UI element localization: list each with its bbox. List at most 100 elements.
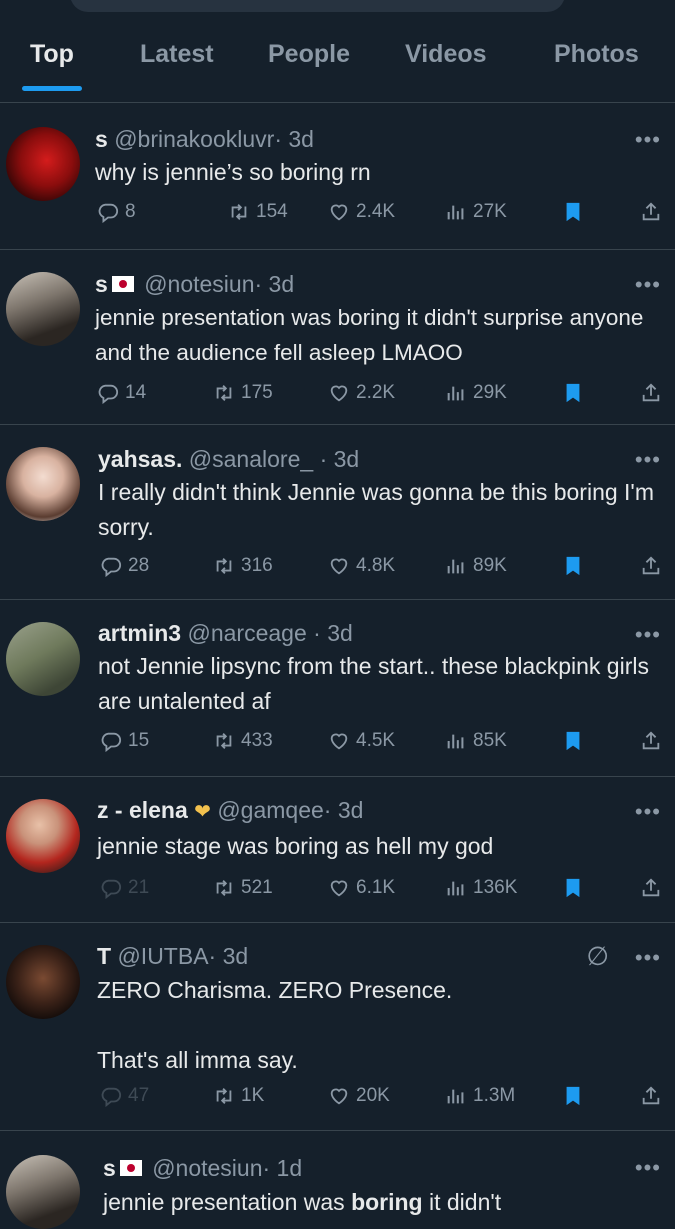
avatar[interactable]: [6, 1155, 80, 1229]
share-icon: [640, 1085, 662, 1107]
bookmark-button[interactable]: [563, 730, 583, 752]
share-button[interactable]: [640, 555, 662, 577]
tab-photos[interactable]: Photos: [554, 40, 639, 69]
bookmark-button[interactable]: [563, 877, 583, 899]
views-button[interactable]: 85K: [445, 730, 507, 752]
repost-count: 316: [241, 555, 273, 576]
bookmark-button[interactable]: [563, 201, 583, 223]
display-name: s: [103, 1155, 116, 1181]
views-button[interactable]: 89K: [445, 555, 507, 577]
like-icon: [328, 730, 350, 752]
timestamp: · 1d: [262, 1155, 303, 1181]
reply-button[interactable]: 8: [97, 201, 136, 223]
share-button[interactable]: [640, 730, 662, 752]
share-button[interactable]: [640, 1085, 662, 1107]
bookmark-icon: [563, 730, 583, 752]
tweet[interactable]: s @notesiun· 1d ••• jennie presentation …: [0, 1131, 675, 1229]
heart-hands-emoji-icon: ❤: [194, 801, 211, 823]
tab-top[interactable]: Top: [30, 40, 74, 69]
bookmark-button[interactable]: [563, 382, 583, 404]
bookmark-icon: [563, 1085, 583, 1107]
tweet[interactable]: yahsas. @sanalore_ · 3d ••• I really did…: [0, 425, 675, 600]
reply-button[interactable]: 28: [100, 555, 149, 577]
views-button[interactable]: 1.3M: [445, 1085, 515, 1107]
more-icon[interactable]: •••: [635, 127, 661, 153]
tweet-text: jennie presentation was boring it didn't…: [95, 305, 644, 365]
more-icon[interactable]: •••: [635, 799, 661, 825]
like-count: 4.8K: [356, 555, 396, 576]
tweet-actions: 8 154 2.4K 27K: [0, 201, 675, 231]
display-name: z - elena: [97, 797, 188, 823]
handle: @brinakookluvr: [114, 126, 275, 152]
like-button[interactable]: 6.1K: [328, 877, 395, 899]
views-button[interactable]: 29K: [445, 382, 507, 404]
view-count: 85K: [473, 730, 507, 751]
share-button[interactable]: [640, 201, 662, 223]
avatar[interactable]: [6, 622, 80, 696]
tweet-text: I really didn't think Jennie was gonna b…: [98, 479, 654, 540]
views-icon: [445, 555, 467, 577]
repost-button[interactable]: 433: [213, 730, 273, 752]
avatar[interactable]: [6, 799, 80, 873]
repost-button[interactable]: 1K: [213, 1085, 264, 1107]
more-icon[interactable]: •••: [635, 622, 661, 648]
tweet[interactable]: T @IUTBA· 3d ∅ ••• ZERO Charisma. ZERO P…: [0, 923, 675, 1131]
repost-button[interactable]: 316: [213, 555, 273, 577]
share-button[interactable]: [640, 877, 662, 899]
bookmark-button[interactable]: [563, 555, 583, 577]
repost-count: 175: [241, 382, 273, 403]
reply-icon: [100, 1085, 122, 1107]
views-button[interactable]: 136K: [445, 877, 517, 899]
reply-count: 28: [128, 555, 150, 576]
reply-button[interactable]: 47: [100, 1085, 149, 1107]
views-icon: [445, 730, 467, 752]
reply-button[interactable]: 15: [100, 730, 149, 752]
more-icon[interactable]: •••: [635, 1155, 661, 1181]
more-icon[interactable]: •••: [635, 447, 661, 473]
views-button[interactable]: 27K: [445, 201, 507, 223]
more-icon[interactable]: •••: [635, 945, 661, 971]
handle: @notesiun: [152, 1155, 263, 1181]
grok-icon[interactable]: ∅: [586, 941, 609, 972]
view-count: 1.3M: [473, 1085, 516, 1106]
share-button[interactable]: [640, 382, 662, 404]
tweet-actions: 47 1K 20K 1.3M: [0, 1085, 675, 1115]
tweet-text: jennie presentation was boring it didn't: [103, 1185, 665, 1220]
repost-icon: [213, 1085, 235, 1107]
like-button[interactable]: 2.2K: [328, 382, 395, 404]
repost-button[interactable]: 175: [213, 382, 273, 404]
bookmark-button[interactable]: [563, 1085, 583, 1107]
view-count: 27K: [473, 201, 507, 222]
like-button[interactable]: 2.4K: [328, 201, 395, 223]
like-button[interactable]: 4.5K: [328, 730, 395, 752]
tab-latest[interactable]: Latest: [140, 40, 214, 69]
tweet[interactable]: s @notesiun· 3d ••• jennie presentation …: [0, 250, 675, 425]
view-count: 29K: [473, 382, 507, 403]
tab-people[interactable]: People: [268, 40, 350, 69]
more-icon[interactable]: •••: [635, 272, 661, 298]
timestamp: · 3d: [323, 797, 364, 823]
avatar[interactable]: [6, 945, 80, 1019]
reply-button[interactable]: 14: [97, 382, 146, 404]
search-bar[interactable]: [70, 0, 565, 12]
view-count: 136K: [473, 877, 518, 898]
tweet-text-bold: boring: [351, 1189, 423, 1215]
tab-videos[interactable]: Videos: [405, 40, 487, 69]
avatar[interactable]: [6, 447, 80, 521]
tweet[interactable]: z - elena ❤ @gamqee· 3d ••• jennie stage…: [0, 777, 675, 923]
tweet-text: jennie stage was boring as hell my god: [97, 833, 494, 859]
repost-count: 433: [241, 730, 273, 751]
repost-button[interactable]: 154: [228, 201, 288, 223]
reply-icon: [100, 555, 122, 577]
tweet[interactable]: artmin3 @narceage · 3d ••• not Jennie li…: [0, 600, 675, 777]
like-button[interactable]: 4.8K: [328, 555, 395, 577]
tweet-text-part: it didn't: [422, 1189, 502, 1215]
tweet[interactable]: s @brinakookluvr· 3d ••• why is jennie’s…: [0, 103, 675, 250]
like-button[interactable]: 20K: [328, 1085, 390, 1107]
repost-button[interactable]: 521: [213, 877, 273, 899]
reply-button[interactable]: 21: [100, 877, 149, 899]
display-name: T: [97, 943, 112, 969]
avatar[interactable]: [6, 127, 80, 201]
like-icon: [328, 555, 350, 577]
avatar[interactable]: [6, 272, 80, 346]
